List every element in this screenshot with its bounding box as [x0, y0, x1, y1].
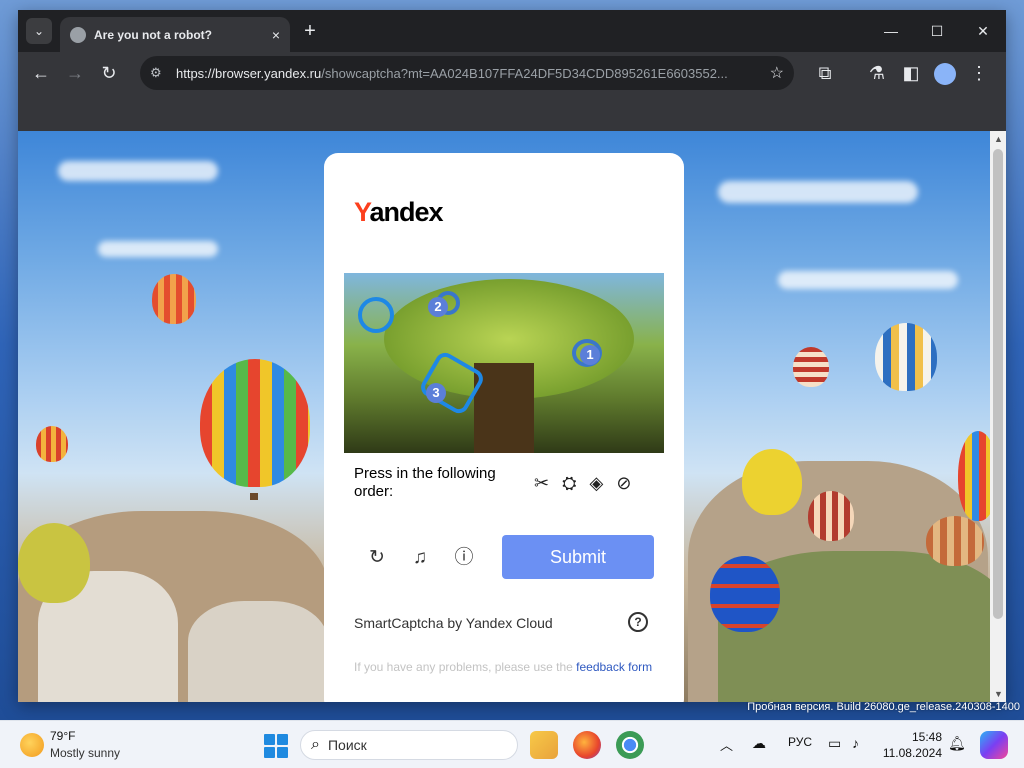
network-icon[interactable]: ▭	[828, 735, 841, 752]
balloon	[36, 426, 68, 462]
title-bar: ⌄ Are you not a robot? × + — ☐ ✕	[18, 10, 1006, 52]
captcha-number-marker[interactable]: 3	[426, 383, 446, 403]
balloon	[926, 516, 984, 566]
instruction-text: Press in the following order:	[354, 465, 496, 500]
order-icons: ✂ ⛭ ◈ ⊘	[534, 473, 636, 493]
balloon	[710, 556, 780, 632]
forward-button[interactable]: →	[58, 56, 92, 90]
chrome-icon[interactable]	[616, 731, 644, 759]
weather-sun-icon[interactable]	[20, 733, 44, 757]
tab-active[interactable]: Are you not a robot? ×	[60, 17, 290, 52]
profile-avatar[interactable]	[928, 56, 962, 90]
globe-icon	[70, 26, 86, 43]
build-watermark: Пробная версия. Build 26080.ge_release.2…	[747, 701, 1020, 713]
weather-temperature[interactable]: 79°F	[50, 729, 75, 743]
side-panel-icon[interactable]: ◧	[894, 56, 928, 90]
clock[interactable]: 15:48 11.08.2024	[880, 729, 942, 761]
scroll-up-icon[interactable]: ▲	[994, 134, 1003, 144]
captcha-number-marker[interactable]: 2	[428, 297, 448, 317]
labs-icon[interactable]: ⚗	[860, 56, 894, 90]
time: 15:48	[911, 730, 942, 744]
bookmark-star-icon[interactable]: ☆	[770, 63, 784, 83]
balloon	[875, 323, 937, 391]
audio-headphones-icon[interactable]: ♫	[407, 545, 433, 571]
start-button[interactable]	[264, 734, 288, 758]
refresh-icon[interactable]: ↻	[364, 545, 390, 571]
page-viewport: Yandex 1 2 3 Press in the following orde…	[18, 131, 1006, 702]
info-icon[interactable]: ⓘ	[451, 545, 477, 571]
feedback-form-link[interactable]: feedback form	[576, 660, 652, 674]
scroll-thumb[interactable]	[993, 149, 1003, 619]
problems-text: If you have any problems, please use the…	[354, 660, 653, 674]
taskbar: 79°F Mostly sunny ⌕ Поиск ︿ ☁ РУС ▭ ♪ 15:…	[0, 720, 1024, 768]
site-info-icon[interactable]: ⚙	[150, 65, 168, 81]
menu-icon[interactable]: ⋮	[962, 56, 996, 90]
balloon	[18, 523, 90, 603]
file-explorer-icon[interactable]	[530, 731, 558, 759]
minimize-button[interactable]: —	[868, 10, 914, 52]
balloon	[200, 359, 310, 487]
balloon	[793, 347, 829, 387]
date: 11.08.2024	[882, 746, 942, 760]
tab-search-button[interactable]: ⌄	[26, 18, 52, 44]
maximize-button[interactable]: ☐	[914, 10, 960, 52]
extensions-icon[interactable]: ⧉	[808, 56, 842, 90]
reload-button[interactable]: ↻	[92, 56, 126, 90]
scroll-down-icon[interactable]: ▼	[994, 689, 1003, 699]
firefox-icon[interactable]	[573, 731, 601, 759]
vertical-scrollbar[interactable]: ▲ ▼	[990, 131, 1006, 702]
balloon	[742, 449, 802, 515]
smartcaptcha-branding: SmartCaptcha by Yandex Cloud	[354, 615, 553, 631]
yandex-logo: Yandex	[354, 197, 444, 227]
weather-condition[interactable]: Mostly sunny	[50, 746, 120, 760]
notification-bell-icon[interactable]: 🔔︎	[948, 735, 966, 752]
volume-icon[interactable]: ♪	[852, 735, 859, 751]
tab-close-button[interactable]: ×	[272, 27, 280, 43]
captcha-image[interactable]: 1 2 3	[344, 273, 664, 453]
search-icon: ⌕	[311, 736, 320, 753]
tab-title: Are you not a robot?	[94, 27, 212, 42]
tray-chevron-icon[interactable]: ︿	[720, 735, 733, 754]
browser-window: ⌄ Are you not a robot? × + — ☐ ✕ ← → ↻ ⚙…	[18, 10, 1006, 702]
address-bar[interactable]: ⚙ https://browser.yandex.ru/showcaptcha?…	[140, 56, 794, 90]
submit-button[interactable]: Submit	[502, 535, 654, 579]
new-tab-button[interactable]: +	[298, 19, 322, 43]
toolbar: ← → ↻ ⚙ https://browser.yandex.ru/showca…	[18, 52, 1006, 94]
taskbar-search[interactable]: ⌕ Поиск	[300, 730, 518, 760]
close-window-button[interactable]: ✕	[960, 10, 1006, 52]
url-text: https://browser.yandex.ru/showcaptcha?mt…	[176, 65, 728, 81]
bookmarks-bar	[18, 94, 1006, 131]
language-indicator[interactable]: РУС	[788, 735, 812, 749]
captcha-glyph[interactable]	[358, 297, 394, 333]
back-button[interactable]: ←	[24, 56, 58, 90]
help-icon[interactable]: ?	[628, 612, 648, 632]
captcha-number-marker[interactable]: 1	[580, 345, 600, 365]
captcha-card: Yandex 1 2 3 Press in the following orde…	[324, 153, 684, 702]
balloon	[808, 491, 854, 541]
cloud-offline-icon[interactable]: ☁	[752, 735, 766, 752]
balloon	[152, 274, 196, 324]
copilot-icon[interactable]	[980, 731, 1008, 759]
